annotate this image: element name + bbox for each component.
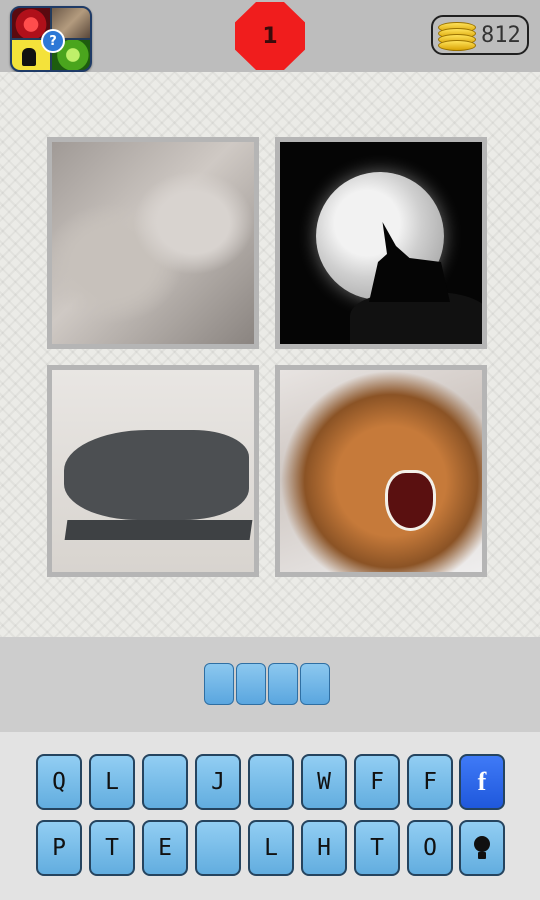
facebook-icon: f [477, 767, 487, 796]
letter-key[interactable]: T [354, 820, 400, 876]
wolf-howling-moon-image [280, 142, 482, 344]
question-mark-icon: ? [41, 29, 65, 53]
lightbulb-icon [471, 834, 493, 862]
letter-key-empty [248, 754, 294, 810]
wolf-statue-image [52, 370, 254, 572]
picture-tile-1[interactable] [47, 137, 259, 349]
picture-tile-4[interactable] [275, 365, 487, 577]
letter-key[interactable]: L [89, 754, 135, 810]
statue-body [64, 430, 249, 520]
answer-slot-2[interactable] [236, 663, 266, 705]
stone-wolves-image [52, 142, 254, 344]
statue-base [64, 520, 253, 540]
letter-key-empty [142, 754, 188, 810]
letter-key-empty [195, 820, 241, 876]
hint-button[interactable] [459, 820, 505, 876]
letter-key[interactable]: T [89, 820, 135, 876]
coins-icon [438, 22, 476, 51]
coin-counter[interactable]: 812 [431, 15, 529, 55]
answer-slot-1[interactable] [204, 663, 234, 705]
letter-key[interactable]: F [354, 754, 400, 810]
letter-key[interactable]: P [36, 820, 82, 876]
letter-key[interactable]: W [301, 754, 347, 810]
snarling-wolf-image [280, 370, 482, 572]
wolf-mouth [385, 470, 436, 531]
top-bar: ? 1 812 [0, 0, 540, 72]
picture-tile-3[interactable] [47, 365, 259, 577]
letter-key[interactable]: E [142, 820, 188, 876]
letter-key[interactable]: O [407, 820, 453, 876]
letter-key[interactable]: Q [36, 754, 82, 810]
letter-key[interactable]: F [407, 754, 453, 810]
answer-slot-4[interactable] [300, 663, 330, 705]
letter-key[interactable]: L [248, 820, 294, 876]
app-logo-icon[interactable]: ? [10, 6, 92, 72]
coin-count: 812 [481, 23, 521, 48]
letter-key[interactable]: J [195, 754, 241, 810]
letter-keyboard: Q L J W F F f P T E L H T O [0, 732, 540, 900]
answer-slot-3[interactable] [268, 663, 298, 705]
facebook-share-button[interactable]: f [459, 754, 505, 810]
level-number: 1 [262, 23, 278, 49]
level-badge: 1 [235, 2, 305, 70]
picture-tile-2[interactable] [275, 137, 487, 349]
answer-slots [204, 663, 330, 705]
letter-key[interactable]: H [301, 820, 347, 876]
